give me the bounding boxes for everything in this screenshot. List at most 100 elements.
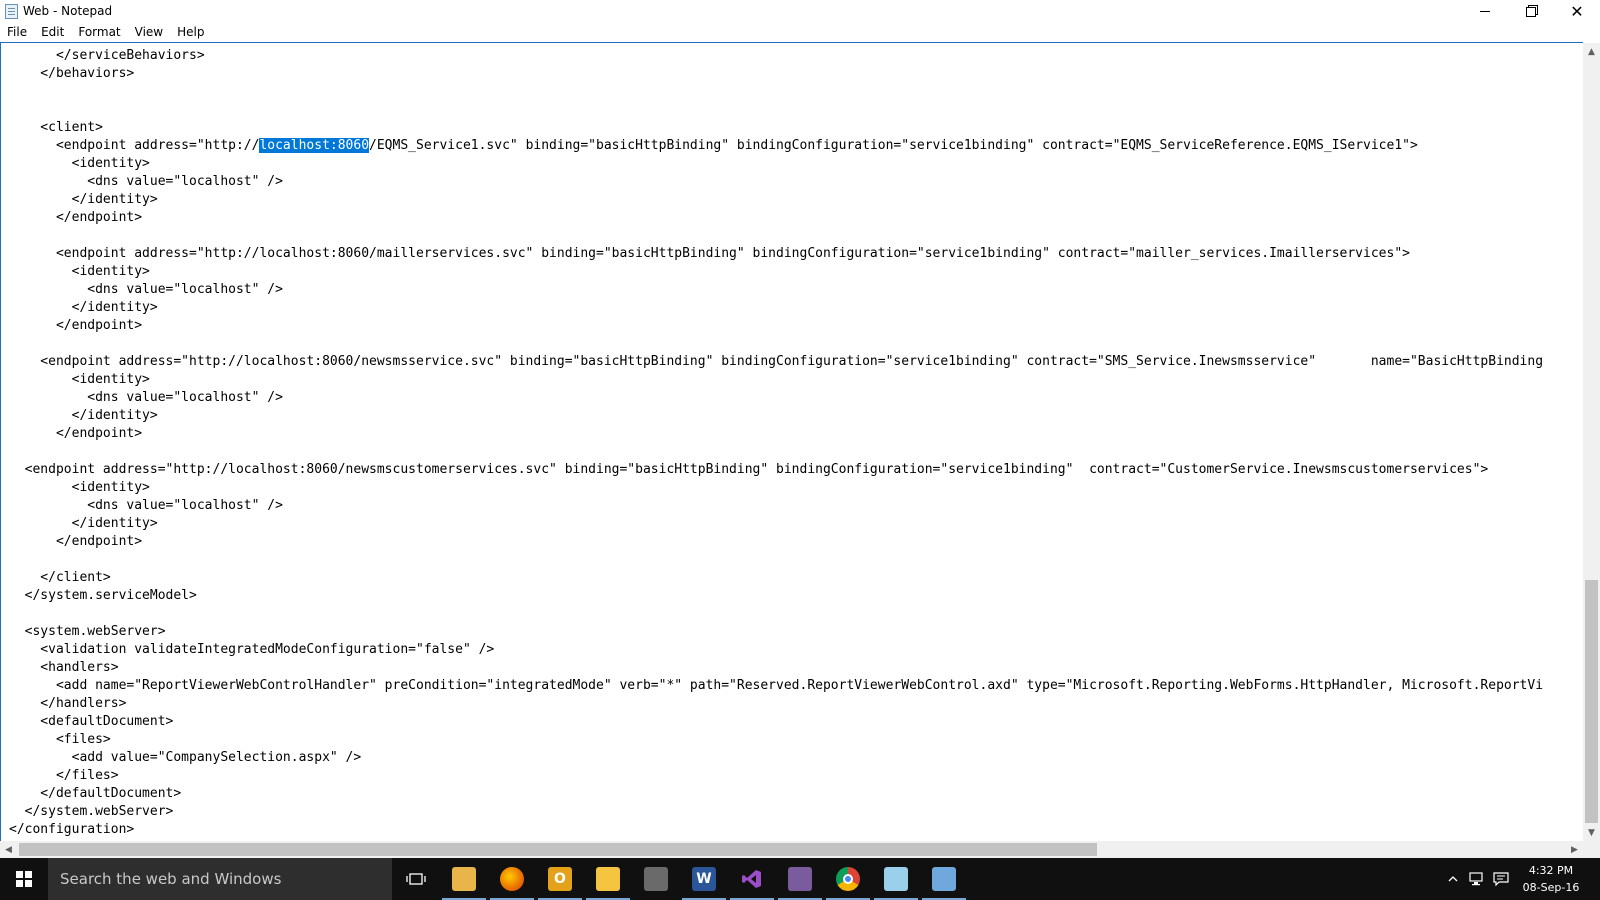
code-line: <files> xyxy=(9,732,111,747)
menu-edit[interactable]: Edit xyxy=(34,23,71,42)
chrome-icon xyxy=(836,867,860,891)
code-text: /EQMS_Service1.svc" binding="basicHttpBi… xyxy=(369,138,1418,153)
editor-content[interactable]: </serviceBehaviors> </behaviors> <client… xyxy=(9,47,1579,839)
code-line: <endpoint address="http://localhost:8060… xyxy=(9,137,1579,155)
horizontal-scroll-thumb[interactable] xyxy=(19,843,1097,856)
vertical-scrollbar[interactable]: ▲ ▼ xyxy=(1583,43,1600,841)
maximize-button[interactable] xyxy=(1508,0,1554,23)
task-view-icon xyxy=(404,867,428,891)
menu-view[interactable]: View xyxy=(128,23,170,42)
outlook-taskbar-button[interactable]: O xyxy=(536,858,584,900)
chrome-taskbar-button[interactable] xyxy=(824,858,872,900)
code-line: <dns value="localhost" /> xyxy=(9,282,283,297)
minimize-button[interactable] xyxy=(1462,0,1508,23)
file-explorer-icon xyxy=(596,867,620,891)
code-line: <add name="ReportViewerWebControlHandler… xyxy=(9,678,1544,693)
notepad-app-icon[interactable] xyxy=(5,4,18,19)
taskbar-search-box[interactable]: Search the web and Windows xyxy=(48,858,392,900)
notepad-icon xyxy=(884,867,908,891)
code-line: <endpoint address="http://localhost:8060… xyxy=(9,354,1544,369)
menu-file[interactable]: File xyxy=(0,23,34,42)
vertical-scroll-thumb[interactable] xyxy=(1585,580,1598,823)
code-line: <client> xyxy=(9,120,103,135)
outlook-icon: O xyxy=(548,867,572,891)
firefox-icon xyxy=(500,867,524,891)
snipping-tool-taskbar-button[interactable] xyxy=(632,858,680,900)
windows-logo-icon xyxy=(16,871,32,887)
file-explorer-folder-icon xyxy=(452,867,476,891)
code-line: <identity> xyxy=(9,264,150,279)
code-line: <endpoint address="http://localhost:8060… xyxy=(9,246,1410,261)
clock-time: 4:32 PM xyxy=(1528,864,1574,877)
paint-taskbar-button[interactable] xyxy=(920,858,968,900)
code-line: </identity> xyxy=(9,516,158,531)
code-line: </identity> xyxy=(9,192,158,207)
code-line: </endpoint> xyxy=(9,426,143,441)
code-line: </system.serviceModel> xyxy=(9,588,197,603)
task-view-taskbar-button[interactable] xyxy=(392,858,440,900)
menu-format[interactable]: Format xyxy=(71,23,127,42)
notepad-taskbar-button[interactable] xyxy=(872,858,920,900)
scrollbar-corner xyxy=(1583,841,1600,858)
scroll-down-arrow-icon[interactable]: ▼ xyxy=(1583,824,1600,841)
network-icon[interactable] xyxy=(1466,858,1488,900)
firefox-taskbar-button[interactable] xyxy=(488,858,536,900)
code-line: </handlers> xyxy=(9,696,127,711)
start-button[interactable] xyxy=(0,858,48,900)
code-line: </defaultDocument> xyxy=(9,786,182,801)
window-title: Web - Notepad xyxy=(23,4,113,18)
show-hidden-icons-chevron-icon[interactable] xyxy=(1444,858,1462,900)
code-line: </configuration> xyxy=(9,822,135,837)
taskbar-clock[interactable]: 4:32 PM 08-Sep-16 xyxy=(1508,862,1594,896)
code-line: <validation validateIntegratedModeConfig… xyxy=(9,642,495,657)
code-line: </system.webServer> xyxy=(9,804,174,819)
clock-date: 08-Sep-16 xyxy=(1522,881,1580,894)
code-line: </identity> xyxy=(9,408,158,423)
code-line: </endpoint> xyxy=(9,534,143,549)
code-line: </endpoint> xyxy=(9,210,143,225)
code-line: <handlers> xyxy=(9,660,119,675)
taskbar: Search the web and Windows O W 4:32 PM 08… xyxy=(0,858,1600,900)
file-explorer-taskbar-button[interactable] xyxy=(584,858,632,900)
code-line: <endpoint address="http://localhost:8060… xyxy=(9,462,1489,477)
winrar-taskbar-button[interactable] xyxy=(776,858,824,900)
code-line: <add value="CompanySelection.aspx" /> xyxy=(9,750,362,765)
scroll-up-arrow-icon[interactable]: ▲ xyxy=(1583,43,1600,60)
selected-text: localhost:8060 xyxy=(259,138,370,153)
code-line: <identity> xyxy=(9,156,150,171)
code-line: <identity> xyxy=(9,372,150,387)
snipping-tool-icon xyxy=(644,867,668,891)
code-line: </behaviors> xyxy=(9,66,135,81)
close-button[interactable]: ✕ xyxy=(1554,0,1600,23)
code-line: <dns value="localhost" /> xyxy=(9,390,283,405)
title-bar: Web - Notepad ✕ xyxy=(0,0,1600,23)
code-line: </identity> xyxy=(9,300,158,315)
code-line: </endpoint> xyxy=(9,318,143,333)
menu-bar: File Edit Format View Help xyxy=(0,23,1600,42)
code-line: <identity> xyxy=(9,480,150,495)
text-editor[interactable]: </serviceBehaviors> </behaviors> <client… xyxy=(0,42,1583,842)
close-icon: ✕ xyxy=(1570,1,1584,21)
scroll-left-arrow-icon[interactable]: ◀ xyxy=(0,841,17,858)
code-line: <defaultDocument> xyxy=(9,714,174,729)
horizontal-scrollbar[interactable]: ◀ ▶ xyxy=(0,841,1583,858)
scroll-right-arrow-icon[interactable]: ▶ xyxy=(1566,841,1583,858)
code-line: </client> xyxy=(9,570,111,585)
code-line: <system.webServer> xyxy=(9,624,166,639)
code-line: </serviceBehaviors> xyxy=(9,48,205,63)
code-line: <dns value="localhost" /> xyxy=(9,174,283,189)
visual-studio-taskbar-button[interactable] xyxy=(728,858,776,900)
menu-help[interactable]: Help xyxy=(170,23,211,42)
word-taskbar-button[interactable]: W xyxy=(680,858,728,900)
winrar-icon xyxy=(788,867,812,891)
code-line: <dns value="localhost" /> xyxy=(9,498,283,513)
word-icon: W xyxy=(692,867,716,891)
file-explorer-folder-taskbar-button[interactable] xyxy=(440,858,488,900)
